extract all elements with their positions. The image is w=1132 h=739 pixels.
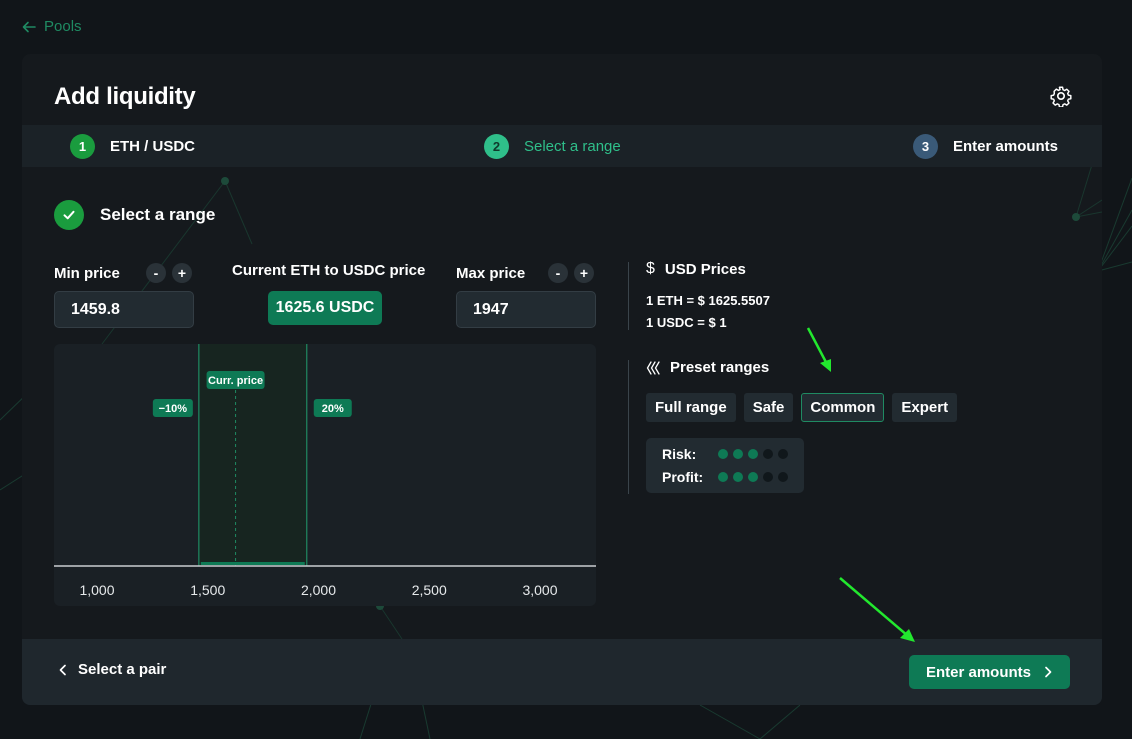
min-price-label: Min price bbox=[54, 265, 120, 282]
section-title: Select a range bbox=[100, 205, 216, 224]
step-label: ETH / USDC bbox=[110, 138, 196, 155]
preset-full-range-button[interactable]: Full range bbox=[646, 393, 736, 422]
select-pair-back-button[interactable]: Select a pair bbox=[58, 661, 166, 678]
step-range[interactable]: 2 Select a range bbox=[484, 134, 621, 159]
risk-profit-panel: Risk: Profit: bbox=[646, 438, 804, 493]
current-price-label: Current ETH to USDC price bbox=[232, 262, 426, 279]
next-button-label: Enter amounts bbox=[925, 663, 1031, 681]
preset-range-buttons: Full range Safe Common Expert bbox=[646, 393, 958, 422]
x-tick-label: 3,000 bbox=[522, 582, 557, 598]
x-tick-label: 1,500 bbox=[190, 582, 225, 598]
level-dot bbox=[778, 472, 788, 482]
x-tick-label: 1,000 bbox=[79, 582, 114, 598]
risk-label: Risk: bbox=[662, 446, 697, 462]
prev-button-label: Select a pair bbox=[78, 661, 167, 678]
max-price-increment-button[interactable]: + bbox=[574, 263, 594, 283]
chevron-right-icon bbox=[1045, 666, 1052, 678]
level-dot bbox=[748, 449, 758, 459]
back-to-pools-link[interactable]: Pools bbox=[22, 18, 82, 35]
max-price-stepper: - + bbox=[548, 263, 594, 283]
step-label: Select a range bbox=[524, 138, 621, 155]
section-heading: Select a range bbox=[54, 200, 215, 230]
preset-ranges-heading: Preset ranges bbox=[646, 359, 769, 376]
page-title: Add liquidity bbox=[54, 83, 196, 110]
min-price-decrement-button[interactable]: - bbox=[146, 263, 166, 283]
liquidity-range-chart[interactable]: Curr. price −10% 20% 1,000 1,500 2,000 2,500 3,… bbox=[54, 344, 596, 606]
arrow-left-icon bbox=[22, 21, 36, 32]
min-price-stepper: - + bbox=[146, 263, 192, 283]
range-chevrons-icon bbox=[646, 360, 660, 375]
current-price-tag: Curr. price bbox=[208, 375, 263, 387]
preset-common-button[interactable]: Common bbox=[801, 393, 885, 422]
step-number-badge: 2 bbox=[484, 134, 509, 159]
eth-usd-price: 1 ETH = $ 1625.5507 bbox=[646, 293, 770, 308]
level-dot bbox=[748, 472, 758, 482]
liquidity-bar bbox=[200, 562, 305, 565]
x-tick-label: 2,500 bbox=[412, 582, 447, 598]
step-amounts[interactable]: 3 Enter amounts bbox=[913, 134, 1058, 159]
checkmark-icon bbox=[54, 200, 84, 230]
usd-prices-heading: $ USD Prices bbox=[646, 260, 746, 278]
step-number-badge: 1 bbox=[70, 134, 95, 159]
preset-safe-button[interactable]: Safe bbox=[743, 393, 794, 422]
divider bbox=[628, 360, 629, 494]
max-price-input[interactable] bbox=[456, 291, 596, 328]
usd-prices-title: USD Prices bbox=[664, 260, 746, 278]
max-price-decrement-button[interactable]: - bbox=[548, 263, 568, 283]
profit-label: Profit: bbox=[662, 469, 704, 485]
max-price-label: Max price bbox=[456, 265, 526, 282]
level-dot bbox=[718, 472, 728, 482]
max-percent-tag: 20% bbox=[322, 403, 344, 415]
add-liquidity-card: Add liquidity 1 ETH / USDC 2 Select a ra… bbox=[22, 54, 1102, 705]
back-link-label: Pools bbox=[44, 18, 82, 35]
step-number-badge: 3 bbox=[913, 134, 938, 159]
step-label: Enter amounts bbox=[953, 138, 1059, 155]
level-dot bbox=[733, 449, 743, 459]
preset-ranges-title: Preset ranges bbox=[670, 359, 770, 376]
settings-gear-icon[interactable] bbox=[1050, 85, 1072, 107]
divider bbox=[628, 262, 629, 330]
risk-level-dots bbox=[718, 449, 788, 459]
footer-bar: Select a pair Enter amounts bbox=[22, 639, 1102, 705]
min-price-input[interactable] bbox=[54, 291, 194, 328]
current-price-badge: 1625.6 USDC bbox=[268, 291, 382, 325]
risk-row: Risk: bbox=[662, 446, 788, 462]
preset-expert-button[interactable]: Expert bbox=[892, 393, 958, 422]
level-dot bbox=[763, 449, 773, 459]
usdc-usd-price: 1 USDC = $ 1 bbox=[646, 315, 727, 330]
dollar-icon: $ bbox=[646, 260, 655, 277]
min-price-increment-button[interactable]: + bbox=[172, 263, 192, 283]
step-pair[interactable]: 1 ETH / USDC bbox=[70, 134, 195, 159]
chart-svg: Curr. price −10% 20% 1,000 1,500 2,000 2,500 3,… bbox=[54, 344, 596, 598]
level-dot bbox=[733, 472, 743, 482]
min-percent-tag: −10% bbox=[159, 403, 188, 415]
profit-row: Profit: bbox=[662, 469, 788, 485]
enter-amounts-button[interactable]: Enter amounts bbox=[909, 655, 1070, 689]
level-dot bbox=[763, 472, 773, 482]
stepper: 1 ETH / USDC 2 Select a range 3 Enter am… bbox=[22, 125, 1102, 167]
profit-level-dots bbox=[718, 472, 788, 482]
level-dot bbox=[778, 449, 788, 459]
x-tick-label: 2,000 bbox=[301, 582, 336, 598]
chevron-left-icon bbox=[59, 664, 66, 675]
level-dot bbox=[718, 449, 728, 459]
